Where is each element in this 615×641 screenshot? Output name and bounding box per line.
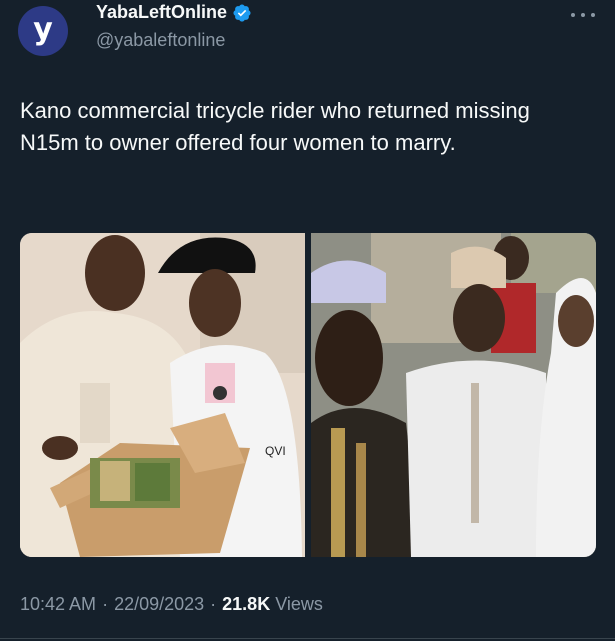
photo-men-and-women[interactable] <box>311 233 596 557</box>
more-options-icon[interactable] <box>571 8 595 22</box>
meta-separator: · <box>102 594 109 614</box>
tweet-text: Kano commercial tricycle rider who retur… <box>20 98 530 155</box>
shirt-text: QVI <box>265 444 286 458</box>
tweet-meta: 10:42 AM · 22/09/2023 · 21.8K Views <box>20 594 323 615</box>
divider <box>0 638 615 639</box>
avatar-letter: y <box>33 11 53 47</box>
author-display-name[interactable]: YabaLeftOnline <box>96 2 227 23</box>
author-handle[interactable]: @yabaleftonline <box>96 30 225 51</box>
author-avatar[interactable]: y <box>18 6 68 56</box>
tweet-time[interactable]: 10:42 AM <box>20 594 96 615</box>
meta-separator: · <box>210 594 217 614</box>
verified-badge-icon <box>233 3 251 22</box>
views-label: Views <box>275 594 323 614</box>
tweet-media[interactable]: QVI <box>20 233 596 557</box>
views-count[interactable]: 21.8K <box>222 594 270 615</box>
author-name-row[interactable]: YabaLeftOnline <box>96 2 252 23</box>
photo-right-illustration <box>311 233 596 557</box>
photo-left-illustration: QVI <box>20 233 305 557</box>
photo-men-with-money-box[interactable]: QVI <box>20 233 305 557</box>
tweet-date[interactable]: 22/09/2023 <box>114 594 204 615</box>
